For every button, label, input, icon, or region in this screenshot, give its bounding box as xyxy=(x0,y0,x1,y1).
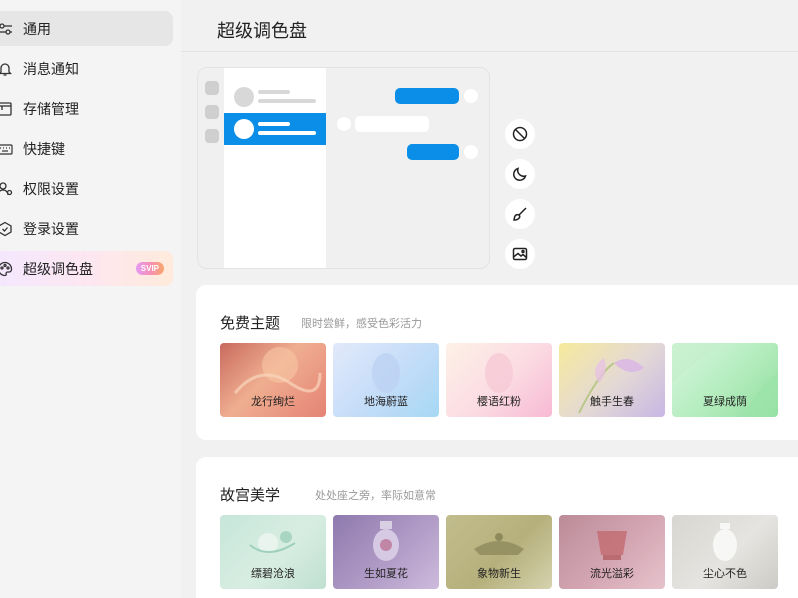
user-permission-icon xyxy=(0,180,14,198)
sidebar-item-label: 存储管理 xyxy=(23,100,79,117)
theme-card-summer-flower[interactable]: 生如夏花 xyxy=(333,515,439,589)
sliders-icon xyxy=(0,20,14,38)
main-panel: 超级调色盘 免费主题 限时尝鲜，感受色彩活力 龙行绚烂 地海蔚蓝 樱语红粉 触手… xyxy=(181,0,798,598)
preview-sidebar-dot xyxy=(205,81,219,95)
theme-card-dragon[interactable]: 龙行绚烂 xyxy=(220,343,326,417)
free-themes-section: 免费主题 限时尝鲜，感受色彩活力 龙行绚烂 地海蔚蓝 樱语红粉 触手生春 夏绿成… xyxy=(196,285,798,440)
preview-chat-row-selected xyxy=(224,113,326,145)
header-divider xyxy=(181,51,798,52)
image-icon xyxy=(512,247,528,261)
brush-icon xyxy=(513,207,527,221)
section-title: 免费主题 xyxy=(220,315,281,332)
sidebar-item-shortcuts[interactable]: 快捷键 xyxy=(0,131,173,166)
storage-icon xyxy=(0,100,14,118)
svip-badge: SVIP xyxy=(135,262,164,275)
preview-chat-row xyxy=(224,81,326,113)
theme-card-ocean[interactable]: 地海蔚蓝 xyxy=(333,343,439,417)
none-icon xyxy=(512,126,528,142)
theme-label: 夏绿成荫 xyxy=(703,396,747,408)
theme-card-spring[interactable]: 触手生春 xyxy=(559,343,665,417)
section-subtitle: 处处座之旁，率际如意常 xyxy=(315,490,436,502)
theme-label: 樱语红粉 xyxy=(477,396,521,408)
theme-card-pure-heart[interactable]: 尘心不色 xyxy=(672,515,778,589)
section-subtitle: 限时尝鲜，感受色彩活力 xyxy=(301,318,422,330)
bell-icon xyxy=(0,60,14,78)
preview-sidebar-dot xyxy=(205,129,219,143)
theme-card-new-life[interactable]: 象物新生 xyxy=(446,515,552,589)
theme-label: 象物新生 xyxy=(477,568,521,580)
shield-icon xyxy=(0,220,14,238)
theme-card-flowing-light[interactable]: 流光溢彩 xyxy=(559,515,665,589)
theme-label: 触手生春 xyxy=(590,396,634,408)
theme-label: 生如夏花 xyxy=(364,568,408,580)
mode-dark-button[interactable] xyxy=(505,159,535,189)
sidebar-item-label: 消息通知 xyxy=(23,60,79,77)
theme-card-jade[interactable]: 缥碧沧浪 xyxy=(220,515,326,589)
preview-bubble-sent xyxy=(395,88,459,104)
palette-icon xyxy=(0,260,14,278)
page-title: 超级调色盘 xyxy=(217,21,307,41)
sidebar-item-label: 登录设置 xyxy=(23,220,79,237)
theme-label: 缥碧沧浪 xyxy=(251,568,295,580)
sidebar-item-storage[interactable]: 存储管理 xyxy=(0,91,173,126)
sidebar: 通用 消息通知 存储管理 快捷键 权限设置 登录设置 超级调色盘 SVIP xyxy=(0,0,181,598)
sidebar-item-permissions[interactable]: 权限设置 xyxy=(0,171,173,206)
preview-avatar xyxy=(464,89,478,103)
section-title: 故宫美学 xyxy=(220,487,281,504)
mode-brush-button[interactable] xyxy=(505,199,535,229)
sidebar-item-label: 超级调色盘 xyxy=(23,260,93,277)
theme-card-sakura[interactable]: 樱语红粉 xyxy=(446,343,552,417)
mode-image-button[interactable] xyxy=(505,239,535,269)
palace-themes-section: 故宫美学 处处座之旁，率际如意常 缥碧沧浪 生如夏花 象物新生 流光溢彩 尘心不… xyxy=(196,457,798,598)
moon-icon xyxy=(513,167,527,181)
preview-avatar xyxy=(464,145,478,159)
mode-none-button[interactable] xyxy=(505,119,535,149)
theme-label: 尘心不色 xyxy=(703,568,747,580)
sidebar-item-label: 快捷键 xyxy=(23,140,65,157)
keyboard-icon xyxy=(0,140,14,158)
theme-preview xyxy=(197,67,490,269)
sidebar-item-label: 权限设置 xyxy=(23,180,79,197)
sidebar-item-general[interactable]: 通用 xyxy=(0,11,173,46)
sidebar-item-label: 通用 xyxy=(23,20,51,37)
preview-avatar xyxy=(337,117,351,131)
preview-sidebar-dot xyxy=(205,105,219,119)
sidebar-item-login[interactable]: 登录设置 xyxy=(0,211,173,246)
preview-bubble-sent xyxy=(407,144,459,160)
sidebar-item-notifications[interactable]: 消息通知 xyxy=(0,51,173,86)
theme-label: 地海蔚蓝 xyxy=(364,396,408,408)
sidebar-item-palette[interactable]: 超级调色盘 SVIP xyxy=(0,251,173,286)
preview-chat-list xyxy=(224,68,326,268)
theme-label: 龙行绚烂 xyxy=(251,396,295,408)
theme-label: 流光溢彩 xyxy=(590,568,634,580)
preview-bubble-received xyxy=(355,116,429,132)
theme-card-summer[interactable]: 夏绿成荫 xyxy=(672,343,778,417)
